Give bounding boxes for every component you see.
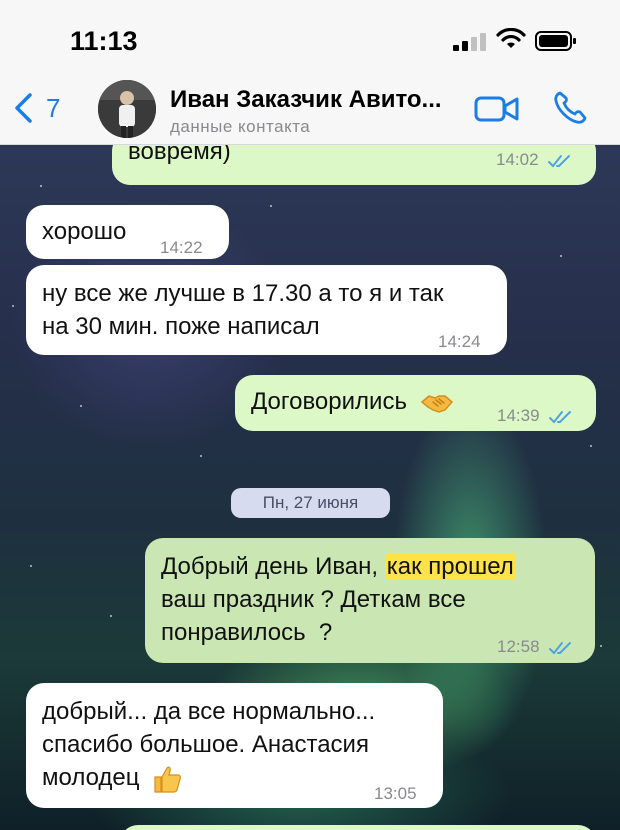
message-text: вовремя) (128, 145, 231, 165)
status-bar: 11:13 (0, 0, 620, 72)
star (110, 615, 112, 617)
message-text-segment: Добрый день Иван, (161, 553, 385, 580)
search-highlight: как прошел (384, 553, 516, 580)
handshake-icon (420, 394, 453, 413)
wifi-icon (496, 28, 526, 48)
contact-name[interactable]: Иван Заказчик Авито... (170, 86, 460, 114)
avatar[interactable] (98, 80, 156, 138)
message-text-line: добрый... да все нормально... (42, 698, 376, 725)
message-time: 12:58 (497, 637, 540, 656)
message-time: 14:22 (160, 238, 203, 257)
chat-area[interactable]: вовремя) 14:02 хорошо 14:22 ну все же лу… (0, 145, 620, 830)
chat-header: 7 Иван Заказчик Авито... данные контакта (0, 72, 620, 145)
cellular-signal-icon (453, 33, 486, 51)
battery-icon (535, 31, 576, 51)
message-time: 14:24 (438, 332, 481, 351)
message-text-line: Добрый день Иван, как прошел (161, 550, 516, 583)
message-meta: 14:02 (496, 145, 573, 176)
star (40, 185, 42, 187)
star (560, 255, 562, 257)
star (590, 445, 592, 447)
read-checkmarks-icon (548, 154, 571, 168)
read-checkmarks-icon (549, 641, 572, 655)
star (12, 305, 14, 307)
message-text-line: ну все же лучше в 17.30 а то я и так (42, 280, 444, 307)
message-text-wrap: молодец (42, 761, 182, 794)
message-text-line: на 30 мин. поже написал (42, 313, 320, 340)
message-time: 13:05 (374, 784, 417, 803)
back-button[interactable]: 7 (12, 90, 72, 126)
message-text-wrap: Договорились (251, 385, 454, 418)
message-text-line: молодец (42, 764, 140, 791)
message-outgoing[interactable]: Договорились 14:39 (235, 375, 596, 431)
unread-count: 7 (46, 92, 61, 123)
status-time: 11:13 (70, 26, 138, 56)
date-separator: Пн, 27 июня (231, 488, 390, 518)
message-text-line: спасибо большое. Анастасия (42, 731, 369, 758)
star (80, 405, 82, 407)
message-text-line: понравилось ? (161, 619, 333, 646)
star (200, 455, 202, 457)
star (600, 645, 602, 647)
message-incoming[interactable]: хорошо 14:22 (26, 205, 229, 259)
star (270, 205, 272, 207)
message-time: 14:02 (496, 150, 539, 169)
contact-subtitle[interactable]: данные контакта (170, 117, 310, 137)
star (30, 565, 32, 567)
message-incoming[interactable]: добрый... да все нормально... спасибо бо… (26, 683, 443, 808)
message-text: Договорились (251, 388, 407, 415)
message-text-line: ваш праздник ? Деткам все (161, 586, 466, 613)
message-outgoing-partial[interactable] (120, 825, 596, 830)
video-call-icon[interactable] (474, 92, 520, 126)
phone-call-icon[interactable] (552, 90, 588, 126)
message-meta: 14:39 (497, 399, 574, 432)
chevron-left-icon (15, 93, 32, 123)
message-text: хорошо (42, 218, 127, 245)
contact-photo (98, 80, 156, 138)
read-checkmarks-icon (549, 410, 572, 424)
thumbs-up-icon (154, 766, 182, 793)
message-meta: 12:58 (497, 630, 574, 663)
message-outgoing[interactable]: Добрый день Иван, как прошел ваш праздни… (145, 538, 595, 663)
message-incoming[interactable]: ну все же лучше в 17.30 а то я и так на … (26, 265, 507, 355)
message-time: 14:39 (497, 406, 540, 425)
message-outgoing[interactable]: вовремя) 14:02 (112, 145, 596, 185)
